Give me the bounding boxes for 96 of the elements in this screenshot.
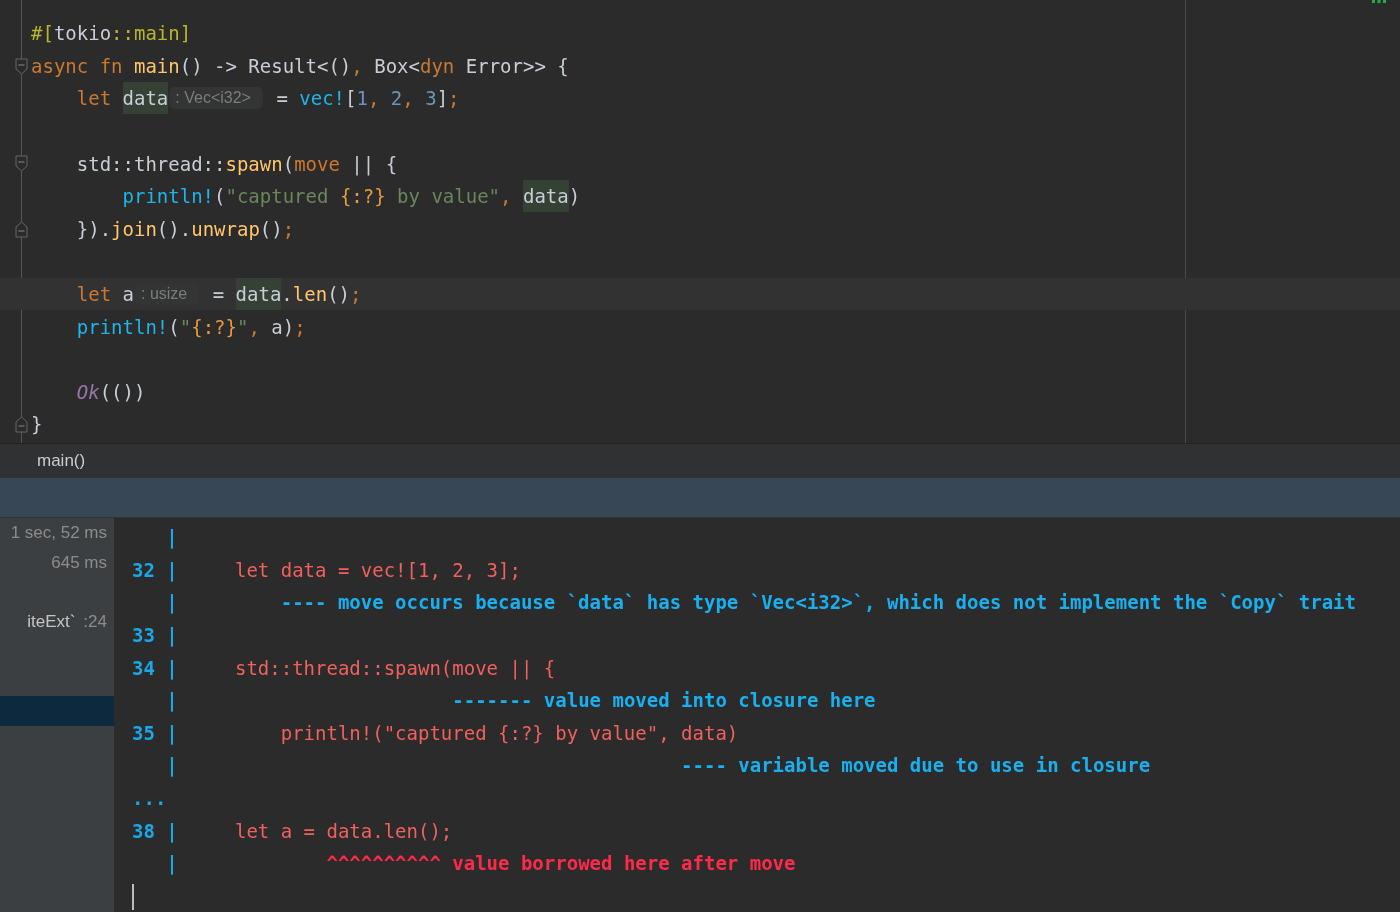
gutter-pipe: | bbox=[166, 754, 178, 777]
code-token: || { bbox=[351, 151, 398, 178]
line-number: ... bbox=[132, 787, 167, 810]
code-token: let bbox=[76, 282, 113, 308]
code-token: join bbox=[111, 216, 157, 242]
fold-icon[interactable] bbox=[15, 416, 28, 434]
code-token: , bbox=[248, 314, 260, 340]
code-token: , bbox=[500, 184, 513, 210]
code-token: = bbox=[276, 86, 289, 112]
code-token: () bbox=[327, 282, 350, 308]
code-token: 1 bbox=[356, 86, 368, 112]
gutter-pipe: | bbox=[166, 819, 178, 842]
code-token: ( bbox=[282, 151, 295, 177]
code-token: (). bbox=[156, 216, 192, 242]
gutter-pipe: | bbox=[166, 852, 178, 875]
code-token: 3 bbox=[425, 86, 437, 112]
code-token: " bbox=[179, 314, 192, 340]
code-token: let bbox=[76, 86, 113, 112]
code-token: () -> Result<() bbox=[179, 53, 352, 79]
code-token: ( bbox=[168, 314, 180, 340]
code-line: let a = data.len(); bbox=[234, 819, 453, 842]
code-token: ] bbox=[436, 86, 449, 112]
code-token: , bbox=[402, 86, 414, 112]
line-number: 38 bbox=[132, 819, 155, 842]
code-token: #[ bbox=[31, 21, 54, 47]
code-token: a) bbox=[271, 314, 295, 340]
code-token: println! bbox=[76, 314, 169, 340]
code-token: move bbox=[294, 151, 340, 177]
gutter-pipe: | bbox=[166, 656, 178, 679]
code-token: {:?} bbox=[339, 184, 386, 210]
code-token: std::thread:: bbox=[76, 151, 226, 177]
code-token: , bbox=[367, 86, 380, 112]
code-token: Ok bbox=[76, 379, 100, 405]
gutter-pipe: | bbox=[166, 526, 178, 549]
code-token: [ bbox=[345, 86, 357, 112]
fold-icon[interactable] bbox=[15, 155, 28, 173]
breadcrumb-item[interactable]: main() bbox=[37, 451, 86, 471]
code-token: main bbox=[133, 53, 180, 79]
code-token: = bbox=[212, 282, 226, 308]
code-token: }). bbox=[76, 216, 112, 242]
code-token: len bbox=[292, 282, 328, 308]
gutter-pipe: | bbox=[166, 721, 178, 744]
code-token: } bbox=[31, 412, 43, 438]
row-suffix: :24 bbox=[83, 611, 107, 632]
diagnostic-message: ^^^^^^^^^^ value borrowed here after move bbox=[326, 852, 796, 875]
code-token: Box< bbox=[374, 53, 420, 79]
code-token: ; bbox=[294, 314, 306, 340]
gutter-pipe: | bbox=[166, 689, 178, 712]
code-token: tokio bbox=[53, 21, 112, 47]
code-token: 2 bbox=[390, 86, 403, 112]
diagnostic-message: ---- variable moved due to use in closure bbox=[681, 754, 1151, 777]
code-token: vec! bbox=[299, 86, 346, 112]
row-label: 645 ms bbox=[51, 552, 107, 573]
code-token: ; bbox=[350, 282, 362, 308]
row-label: 1 sec, 52 ms bbox=[10, 522, 107, 543]
code-token: unwrap bbox=[191, 216, 260, 242]
code-token: spawn bbox=[225, 151, 283, 177]
code-token: Error>> { bbox=[465, 53, 569, 79]
code-token: {:?} bbox=[191, 314, 237, 340]
code-token: data bbox=[522, 180, 569, 213]
code-token: ::main] bbox=[111, 21, 192, 47]
line-number: 32 bbox=[132, 558, 155, 581]
code-token: data bbox=[122, 82, 169, 115]
code-token: ; bbox=[282, 216, 295, 242]
gutter-pipe: | bbox=[166, 591, 178, 614]
code-line: std::thread::spawn(move || { bbox=[234, 656, 556, 679]
code-token: async fn bbox=[31, 53, 124, 79]
diagnostic-message: ------- value moved into closure here bbox=[452, 689, 876, 712]
fold-icon[interactable] bbox=[15, 220, 28, 238]
type-hint: : Vec<i32> bbox=[169, 87, 263, 110]
gutter-pipe: | bbox=[166, 624, 178, 647]
code-token: . bbox=[281, 282, 293, 308]
code-token: data bbox=[235, 278, 282, 311]
line-number: 33 bbox=[132, 624, 155, 647]
text-cursor bbox=[132, 883, 134, 910]
code-line: let data = vec![1, 2, 3]; bbox=[234, 558, 521, 581]
code-token: ; bbox=[448, 86, 460, 112]
row-label: iteExt` bbox=[27, 611, 76, 632]
fold-icon[interactable] bbox=[15, 57, 28, 75]
code-token: dyn bbox=[420, 53, 455, 79]
status-dots-icon[interactable] bbox=[1372, 0, 1386, 4]
code-token: () bbox=[259, 216, 283, 242]
code-token: "captured bbox=[225, 184, 330, 210]
code-token: , bbox=[351, 53, 363, 79]
line-number: 35 bbox=[132, 721, 155, 744]
code-token: ( bbox=[214, 184, 226, 210]
code-token: println! bbox=[122, 184, 215, 210]
gutter-pipe: | bbox=[166, 558, 178, 581]
code-token: ) bbox=[568, 184, 581, 210]
code-token: by value" bbox=[397, 184, 501, 210]
code-token: " bbox=[236, 314, 249, 340]
code-token: (()) bbox=[99, 379, 146, 405]
diagnostic-message: ---- move occurs because `data` has type `Vec<i32>`, which does not implement the `Copy` trait bbox=[280, 591, 1356, 614]
line-number: 34 bbox=[132, 656, 155, 679]
code-line: println!("captured {:?} by value", data) bbox=[280, 721, 739, 744]
code-token: a bbox=[122, 282, 134, 308]
